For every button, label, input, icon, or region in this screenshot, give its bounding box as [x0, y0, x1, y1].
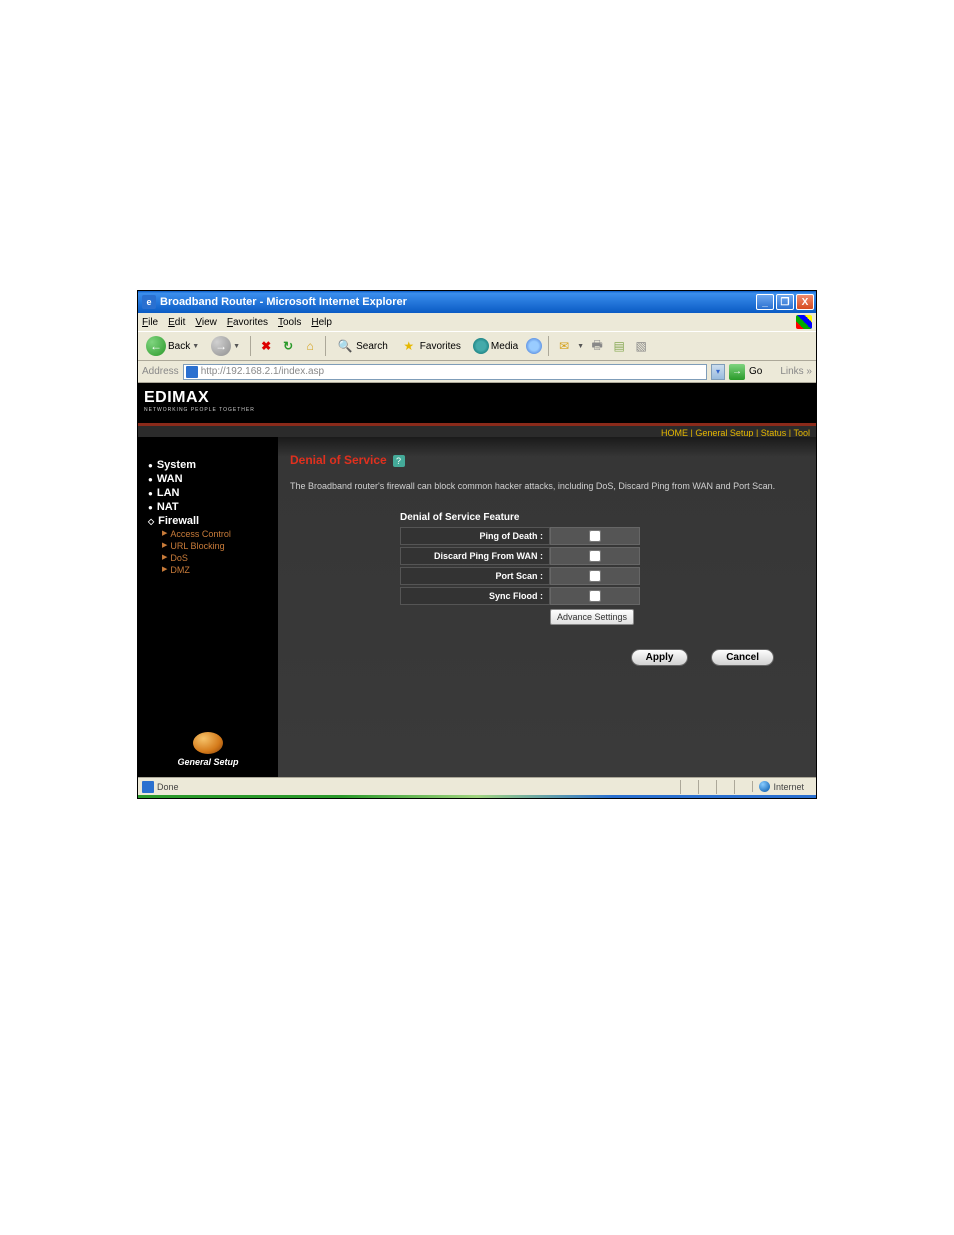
sidebar-item-firewall[interactable]: ◇Firewall	[148, 515, 278, 527]
sidebar-item-nat[interactable]: ●NAT	[148, 501, 278, 513]
edit-button[interactable]: ▤	[610, 337, 628, 355]
history-button[interactable]	[526, 338, 542, 354]
checkbox-ping-of-death[interactable]	[589, 530, 601, 542]
mail-button[interactable]: ✉	[555, 337, 573, 355]
status-text: Done	[157, 782, 179, 792]
top-nav: HOME | General Setup | Status | Tool	[138, 423, 816, 437]
go-button[interactable]: →	[729, 364, 745, 380]
logo: EDIMAX NETWORKING PEOPLE TOGETHER	[144, 389, 255, 413]
forward-button[interactable]: → ▼	[207, 334, 244, 358]
feature-table: Ping of Death : Discard Ping From WAN : …	[400, 527, 804, 605]
address-input[interactable]: http://192.168.2.1/index.asp	[183, 364, 707, 380]
sidebar-sub-dos[interactable]: ▶DoS	[162, 553, 278, 563]
checkbox-port-scan[interactable]	[589, 570, 601, 582]
row-ping-of-death: Ping of Death :	[400, 527, 804, 545]
sidebar: ●System ●WAN ●LAN ●NAT ◇Firewall ▶Access…	[138, 437, 278, 777]
page-content: EDIMAX NETWORKING PEOPLE TOGETHER HOME |…	[138, 383, 816, 777]
page-icon	[186, 366, 198, 378]
triangle-icon: ▶	[162, 529, 167, 539]
address-bar: Address http://192.168.2.1/index.asp ▾ →…	[138, 361, 816, 383]
checkbox-discard-ping[interactable]	[589, 550, 601, 562]
bullet-icon: ●	[148, 503, 153, 512]
sidebar-sub-dmz[interactable]: ▶DMZ	[162, 565, 278, 575]
apply-button[interactable]: Apply	[631, 649, 689, 666]
row-port-scan: Port Scan :	[400, 567, 804, 585]
zone-internet: Internet	[752, 781, 812, 792]
menu-file[interactable]: File	[142, 317, 158, 328]
window-border	[138, 795, 816, 798]
general-setup-badge: General Setup	[138, 732, 278, 767]
search-button[interactable]: 🔍 Search	[332, 335, 392, 357]
windows-flag-icon	[796, 315, 812, 329]
menu-favorites[interactable]: Favorites	[227, 317, 268, 328]
titlebar: e Broadband Router - Microsoft Internet …	[138, 291, 816, 313]
sidebar-item-lan[interactable]: ●LAN	[148, 487, 278, 499]
favorites-button[interactable]: ★ Favorites	[396, 335, 465, 357]
sidebar-sub-access[interactable]: ▶Access Control	[162, 529, 278, 539]
status-bar: Done Internet	[138, 777, 816, 795]
browser-window: e Broadband Router - Microsoft Internet …	[137, 290, 817, 799]
cancel-button[interactable]: Cancel	[711, 649, 774, 666]
page-title: Denial of Service	[290, 453, 387, 467]
menu-help[interactable]: Help	[311, 317, 332, 328]
back-button[interactable]: ← Back ▼	[142, 334, 203, 358]
feature-table-title: Denial of Service Feature	[400, 512, 804, 523]
address-label: Address	[142, 366, 179, 377]
ie-icon: e	[142, 295, 156, 309]
media-button[interactable]: Media	[469, 336, 522, 356]
forward-icon: →	[211, 336, 231, 356]
close-button[interactable]: X	[796, 294, 814, 310]
maximize-button[interactable]: ❐	[776, 294, 794, 310]
media-icon	[473, 338, 489, 354]
toolbar: ← Back ▼ → ▼ ✖ ↻ ⌂ 🔍 Search ★ Favorites …	[138, 331, 816, 361]
address-dropdown[interactable]: ▾	[711, 364, 725, 380]
header: EDIMAX NETWORKING PEOPLE TOGETHER	[138, 383, 816, 423]
bullet-icon: ●	[148, 461, 153, 470]
help-icon[interactable]: ?	[393, 455, 405, 467]
stop-button[interactable]: ✖	[257, 337, 275, 355]
search-icon: 🔍	[336, 337, 354, 355]
triangle-icon: ▶	[162, 541, 167, 551]
home-button[interactable]: ⌂	[301, 337, 319, 355]
bullet-icon: ●	[148, 489, 153, 498]
orb-icon	[193, 732, 223, 754]
row-sync-flood: Sync Flood :	[400, 587, 804, 605]
ie-icon	[142, 781, 154, 793]
advance-settings-button[interactable]: Advance Settings	[550, 609, 634, 625]
sidebar-sub-url[interactable]: ▶URL Blocking	[162, 541, 278, 551]
checkbox-sync-flood[interactable]	[589, 590, 601, 602]
triangle-icon: ▶	[162, 565, 167, 575]
menu-edit[interactable]: Edit	[168, 317, 185, 328]
chevron-down-icon: ◇	[148, 517, 154, 526]
discuss-button[interactable]: ▧	[632, 337, 650, 355]
globe-icon	[759, 781, 770, 792]
refresh-button[interactable]: ↻	[279, 337, 297, 355]
minimize-button[interactable]: _	[756, 294, 774, 310]
row-discard-ping: Discard Ping From WAN :	[400, 547, 804, 565]
menu-bar: File Edit View Favorites Tools Help	[138, 313, 816, 331]
main-panel: Denial of Service ? The Broadband router…	[278, 437, 816, 777]
menu-tools[interactable]: Tools	[278, 317, 301, 328]
links-label[interactable]: Links »	[780, 366, 812, 377]
print-button[interactable]: 🖶	[588, 337, 606, 355]
triangle-icon: ▶	[162, 553, 167, 563]
page-description: The Broadband router's firewall can bloc…	[290, 481, 804, 492]
sidebar-item-wan[interactable]: ●WAN	[148, 473, 278, 485]
sidebar-item-system[interactable]: ●System	[148, 459, 278, 471]
menu-view[interactable]: View	[195, 317, 217, 328]
star-icon: ★	[400, 337, 418, 355]
back-icon: ←	[146, 336, 166, 356]
go-label: Go	[749, 366, 762, 377]
window-title: Broadband Router - Microsoft Internet Ex…	[160, 296, 756, 308]
bullet-icon: ●	[148, 475, 153, 484]
